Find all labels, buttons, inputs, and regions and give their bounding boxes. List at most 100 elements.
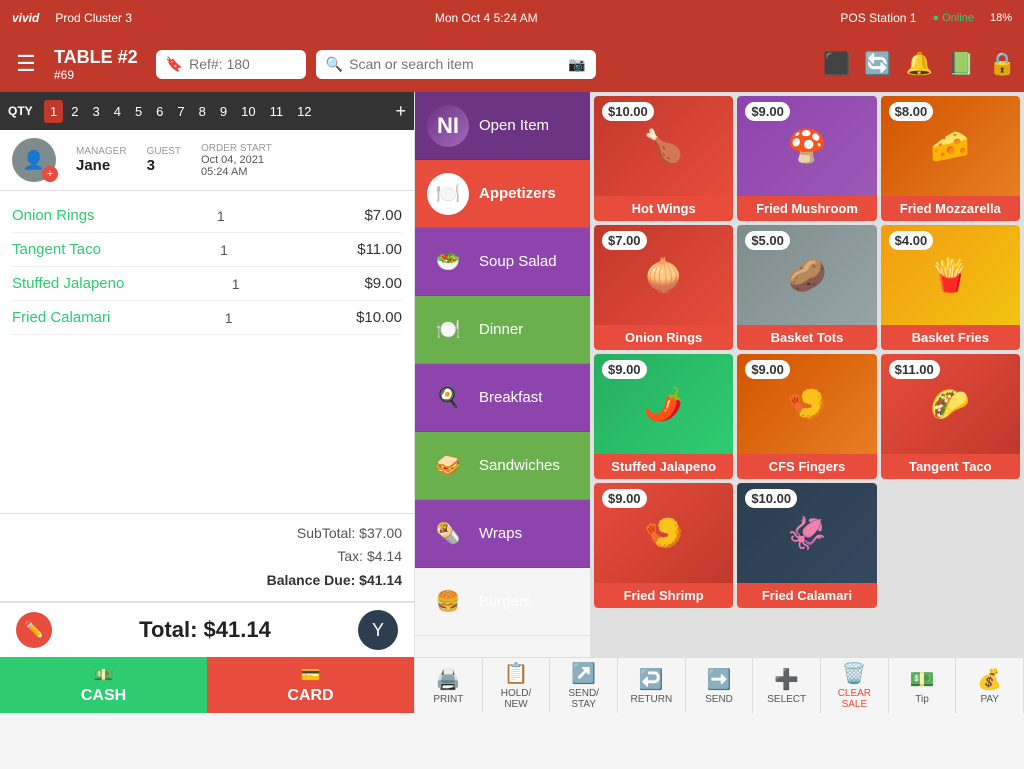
soup-salad-icon: 🥗 bbox=[427, 241, 469, 283]
stack-icon[interactable]: 📗 bbox=[947, 51, 974, 77]
qty-1[interactable]: 1 bbox=[44, 100, 63, 123]
food-item-onion-rings[interactable]: 🧅 $7.00 Onion Rings bbox=[594, 225, 733, 350]
qty-label: QTY bbox=[8, 104, 36, 118]
hold-new-button[interactable]: 📋 HOLD/NEW bbox=[483, 658, 551, 713]
qty-4[interactable]: 4 bbox=[108, 100, 127, 123]
print-button[interactable]: 🖨️ PRINT bbox=[415, 658, 483, 713]
subtotal-row: SubTotal: $37.00 bbox=[12, 522, 402, 546]
table-sub: #69 bbox=[54, 68, 138, 82]
qty-8[interactable]: 8 bbox=[193, 100, 212, 123]
order-item[interactable]: Tangent Taco 1 $11.00 bbox=[12, 233, 402, 267]
datetime-label: Mon Oct 4 5:24 AM bbox=[435, 11, 538, 25]
tip-button[interactable]: 💵 Tip bbox=[889, 658, 957, 713]
cash-button[interactable]: 💵 CASH bbox=[0, 657, 207, 713]
tip-icon: 💵 bbox=[910, 667, 935, 692]
food-item-cfs-fingers[interactable]: 🍤 $9.00 CFS Fingers bbox=[737, 354, 876, 479]
menu-button[interactable]: ☰ bbox=[8, 51, 44, 77]
clear-sale-button[interactable]: 🗑️ CLEARSALE bbox=[821, 658, 889, 713]
food-item-tangent-taco[interactable]: 🌮 $11.00 Tangent Taco bbox=[881, 354, 1020, 479]
total-amount: Total: $41.14 bbox=[139, 617, 271, 643]
food-item-hot-wings[interactable]: 🍗 $10.00 Hot Wings bbox=[594, 96, 733, 221]
basket-tots-price: $5.00 bbox=[745, 231, 790, 250]
food-item-fried-shrimp[interactable]: 🍤 $9.00 Fried Shrimp bbox=[594, 483, 733, 608]
qty-12[interactable]: 12 bbox=[291, 100, 317, 123]
order-item[interactable]: Stuffed Jalapeno 1 $9.00 bbox=[12, 267, 402, 301]
category-wraps[interactable]: 🌯 Wraps bbox=[415, 500, 590, 568]
food-item-basket-tots[interactable]: 🥔 $5.00 Basket Tots bbox=[737, 225, 876, 350]
dinner-icon: 🍽️ bbox=[427, 309, 469, 351]
category-dinner[interactable]: 🍽️ Dinner bbox=[415, 296, 590, 364]
cash-label: CASH bbox=[81, 687, 126, 705]
category-menu: NI Open Item 🍽️ Appetizers 🥗 Soup Salad … bbox=[415, 92, 590, 657]
select-button[interactable]: ➕ SELECT bbox=[753, 658, 821, 713]
fried-calamari-price: $10.00 bbox=[745, 489, 797, 508]
send-button[interactable]: ➡️ SEND bbox=[686, 658, 754, 713]
category-open-item[interactable]: NI Open Item bbox=[415, 92, 590, 160]
qty-plus-button[interactable]: + bbox=[395, 101, 406, 122]
balance-label: Balance Due: bbox=[267, 572, 356, 588]
tangent-taco-price: $11.00 bbox=[889, 360, 940, 379]
lock-icon[interactable]: 🔒 bbox=[989, 51, 1016, 77]
food-item-fried-calamari[interactable]: 🦑 $10.00 Fried Calamari bbox=[737, 483, 876, 608]
cat-label: Soup Salad bbox=[479, 253, 557, 270]
return-button[interactable]: ↩️ RETURN bbox=[618, 658, 686, 713]
qty-5[interactable]: 5 bbox=[129, 100, 148, 123]
cat-label: Dinner bbox=[479, 321, 523, 338]
subtotal-value: $37.00 bbox=[359, 525, 402, 541]
food-item-fried-mushroom[interactable]: 🍄 $9.00 Fried Mushroom bbox=[737, 96, 876, 221]
order-start-date: Oct 04, 2021 bbox=[201, 154, 272, 166]
order-item[interactable]: Fried Calamari 1 $10.00 bbox=[12, 301, 402, 335]
item-name: Tangent Taco bbox=[12, 241, 101, 258]
food-item-fried-mozzarella[interactable]: 🧀 $8.00 Fried Mozzarella bbox=[881, 96, 1020, 221]
edit-button[interactable]: ✏️ bbox=[16, 612, 52, 648]
basket-tots-label: Basket Tots bbox=[737, 325, 876, 350]
card-icon: 💳 bbox=[301, 665, 321, 685]
layers-icon[interactable]: ⬛ bbox=[823, 51, 850, 77]
guest-label: GUEST bbox=[147, 146, 181, 157]
category-sandwiches[interactable]: 🥪 Sandwiches bbox=[415, 432, 590, 500]
category-soup-salad[interactable]: 🥗 Soup Salad bbox=[415, 228, 590, 296]
food-item-stuffed-jalapeno[interactable]: 🌶️ $9.00 Stuffed Jalapeno bbox=[594, 354, 733, 479]
pay-button[interactable]: 💰 PAY bbox=[956, 658, 1024, 713]
qty-11[interactable]: 11 bbox=[264, 100, 290, 123]
item-name: Fried Calamari bbox=[12, 309, 110, 326]
qty-7[interactable]: 7 bbox=[171, 100, 190, 123]
onion-rings-label: Onion Rings bbox=[594, 325, 733, 350]
send-stay-icon: ↗️ bbox=[571, 661, 596, 686]
ref-input[interactable] bbox=[189, 56, 299, 72]
item-price: $11.00 bbox=[347, 241, 402, 258]
send-stay-button[interactable]: ↗️ SEND/STAY bbox=[550, 658, 618, 713]
hot-wings-label: Hot Wings bbox=[594, 196, 733, 221]
category-burgers[interactable]: 🍔 Burgers bbox=[415, 568, 590, 636]
vivid-button[interactable]: Y bbox=[358, 610, 398, 650]
order-totals: SubTotal: $37.00 Tax: $4.14 Balance Due:… bbox=[0, 513, 414, 601]
order-item[interactable]: Onion Rings 1 $7.00 bbox=[12, 199, 402, 233]
category-appetizers[interactable]: 🍽️ Appetizers bbox=[415, 160, 590, 228]
order-panel: QTY 1 2 3 4 5 6 7 8 9 10 11 12 + 👤 + bbox=[0, 92, 415, 713]
manager-name: Jane bbox=[76, 157, 127, 174]
qty-10[interactable]: 10 bbox=[235, 100, 261, 123]
tangent-taco-label: Tangent Taco bbox=[881, 454, 1020, 479]
online-badge: ● Online bbox=[932, 12, 974, 24]
search-box[interactable]: 🔍 📷 bbox=[316, 50, 596, 79]
qty-3[interactable]: 3 bbox=[86, 100, 105, 123]
card-button[interactable]: 💳 CARD bbox=[207, 657, 414, 713]
qty-2[interactable]: 2 bbox=[65, 100, 84, 123]
ref-input-box[interactable]: 🔖 bbox=[156, 50, 306, 79]
cfs-fingers-label: CFS Fingers bbox=[737, 454, 876, 479]
qty-numbers: 1 2 3 4 5 6 7 8 9 10 11 12 bbox=[44, 100, 391, 123]
category-breakfast[interactable]: 🍳 Breakfast bbox=[415, 364, 590, 432]
sandwiches-icon: 🥪 bbox=[427, 445, 469, 487]
cat-label: Breakfast bbox=[479, 389, 542, 406]
send-icon: ➡️ bbox=[707, 667, 732, 692]
hot-wings-price: $10.00 bbox=[602, 102, 654, 121]
food-item-basket-fries[interactable]: 🍟 $4.00 Basket Fries bbox=[881, 225, 1020, 350]
qty-6[interactable]: 6 bbox=[150, 100, 169, 123]
table-info: TABLE #2 #69 bbox=[54, 47, 138, 82]
search-input[interactable] bbox=[349, 56, 562, 72]
manager-avatar: 👤 + bbox=[12, 138, 56, 182]
refresh-icon[interactable]: 🔄 bbox=[864, 51, 891, 77]
qty-9[interactable]: 9 bbox=[214, 100, 233, 123]
burgers-icon: 🍔 bbox=[427, 581, 469, 623]
bell-icon[interactable]: 🔔 bbox=[906, 51, 933, 77]
